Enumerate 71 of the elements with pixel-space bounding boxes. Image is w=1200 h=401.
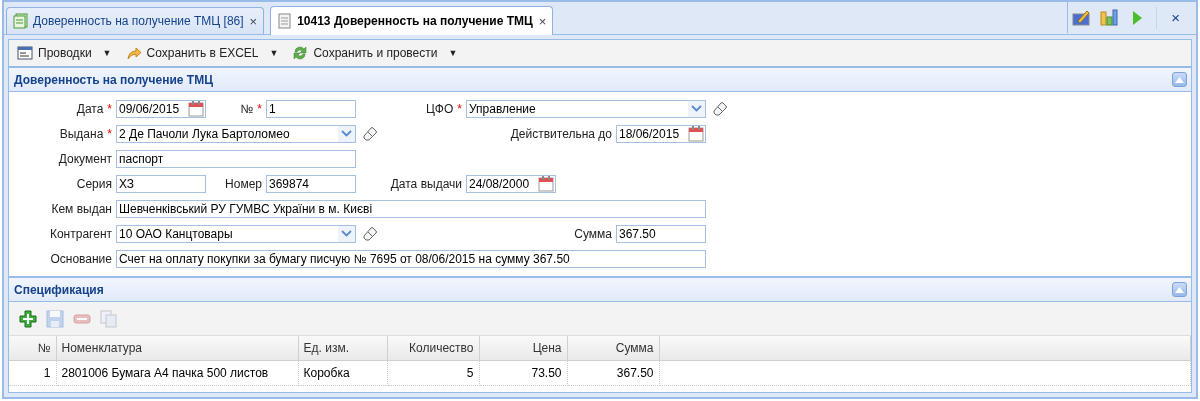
text-field[interactable]: Шевченківський РУ ГУМВС України в м. Києві bbox=[116, 199, 706, 218]
toolbar-button[interactable]: Проводки ▼ bbox=[15, 43, 114, 63]
chevron-down-icon bbox=[341, 230, 352, 237]
edit-icon[interactable] bbox=[1072, 8, 1091, 27]
table-cell: 367.50 bbox=[567, 360, 659, 386]
required-mark: * bbox=[107, 126, 112, 141]
table-cell: 2801006 Бумага А4 пачка 500 листов bbox=[56, 360, 298, 386]
chevron-down-icon bbox=[691, 105, 702, 112]
column-header[interactable]: Количество bbox=[387, 336, 479, 361]
calendar-icon[interactable] bbox=[188, 100, 204, 117]
field-label: Выдана bbox=[59, 126, 104, 141]
tab[interactable]: Доверенность на получение ТМЦ [86] × bbox=[6, 7, 265, 34]
text-field[interactable]: паспорт bbox=[116, 149, 356, 168]
dropdown-field[interactable]: 2 Де Пачоли Лука Бартоломео bbox=[116, 124, 356, 143]
collapse-button[interactable] bbox=[1172, 282, 1187, 297]
toolbar-button[interactable]: Сохранить и провести ▼ bbox=[290, 43, 460, 63]
panel-title: Спецификация bbox=[14, 282, 104, 297]
field-label: Сумма bbox=[574, 226, 612, 241]
table-cell: 73.50 bbox=[479, 360, 567, 386]
table-cell: 5 bbox=[387, 360, 479, 386]
text-field[interactable]: 1 bbox=[266, 99, 356, 118]
column-header[interactable]: Номенклатура bbox=[56, 336, 298, 361]
add-icon[interactable] bbox=[19, 309, 37, 328]
collapse-button[interactable] bbox=[1172, 72, 1187, 87]
field-label: ЦФО bbox=[426, 101, 454, 116]
curved-arrow-icon bbox=[125, 45, 142, 61]
field-label: Действительна до bbox=[510, 126, 612, 141]
eraser-icon[interactable] bbox=[712, 100, 728, 117]
close-button[interactable]: × bbox=[1156, 6, 1192, 29]
column-header[interactable]: Ед. изм. bbox=[298, 336, 387, 361]
field-label: Кем выдан bbox=[51, 201, 112, 216]
table-cell: 1 bbox=[9, 360, 56, 386]
toolbar-button[interactable]: Сохранить в EXCEL ▼ bbox=[123, 43, 281, 63]
required-mark: * bbox=[107, 101, 112, 116]
field-label: Основание bbox=[50, 251, 112, 266]
field-label: Дата bbox=[76, 101, 104, 116]
caret-up-icon bbox=[1175, 76, 1184, 83]
calendar-icon[interactable] bbox=[538, 175, 554, 192]
column-header[interactable]: Цена bbox=[479, 336, 567, 361]
eraser-icon[interactable] bbox=[362, 125, 378, 142]
field-label: Номер bbox=[225, 176, 262, 191]
panel-title: Доверенность на получение ТМЦ bbox=[14, 72, 213, 87]
column-header[interactable]: № bbox=[9, 336, 56, 361]
text-field[interactable]: ХЗ bbox=[116, 174, 206, 193]
dropdown-field[interactable]: Управление bbox=[466, 99, 706, 118]
date-field[interactable]: 24/08/2000 bbox=[466, 174, 556, 193]
field-label: Серия bbox=[76, 176, 112, 191]
field-label: Документ bbox=[58, 151, 112, 166]
refresh-icon bbox=[292, 45, 309, 61]
text-field[interactable]: Счет на оплату покупки за бумагу писчую № 7695 от 08/06/2015 на сумму 367.50 bbox=[116, 249, 706, 268]
caret-up-icon bbox=[1175, 286, 1184, 293]
chevron-down-icon bbox=[341, 130, 352, 137]
required-mark: * bbox=[257, 101, 262, 116]
date-field[interactable]: 18/06/2015 bbox=[616, 124, 706, 143]
text-field[interactable]: 369874 bbox=[266, 174, 356, 193]
eraser-icon[interactable] bbox=[362, 225, 378, 242]
field-label: № bbox=[240, 101, 254, 116]
bar-chart-icon[interactable] bbox=[1100, 8, 1119, 27]
column-header[interactable]: Сумма bbox=[567, 336, 659, 361]
required-mark: * bbox=[457, 101, 462, 116]
document-icon bbox=[277, 13, 294, 29]
field-label: Контрагент bbox=[49, 226, 112, 241]
dropdown-field[interactable]: 10 ОАО Канцтовары bbox=[116, 224, 356, 243]
field-label: Дата выдачи bbox=[390, 176, 462, 191]
date-field[interactable]: 09/06/2015 bbox=[116, 99, 206, 118]
text-field[interactable]: 367.50 bbox=[616, 224, 706, 243]
calendar-icon[interactable] bbox=[688, 125, 704, 142]
form-icon bbox=[17, 45, 33, 61]
list-icon bbox=[13, 13, 29, 29]
tab[interactable]: 10413 Доверенность на получение ТМЦ × bbox=[270, 6, 554, 35]
table-cell: Коробка bbox=[298, 360, 387, 386]
